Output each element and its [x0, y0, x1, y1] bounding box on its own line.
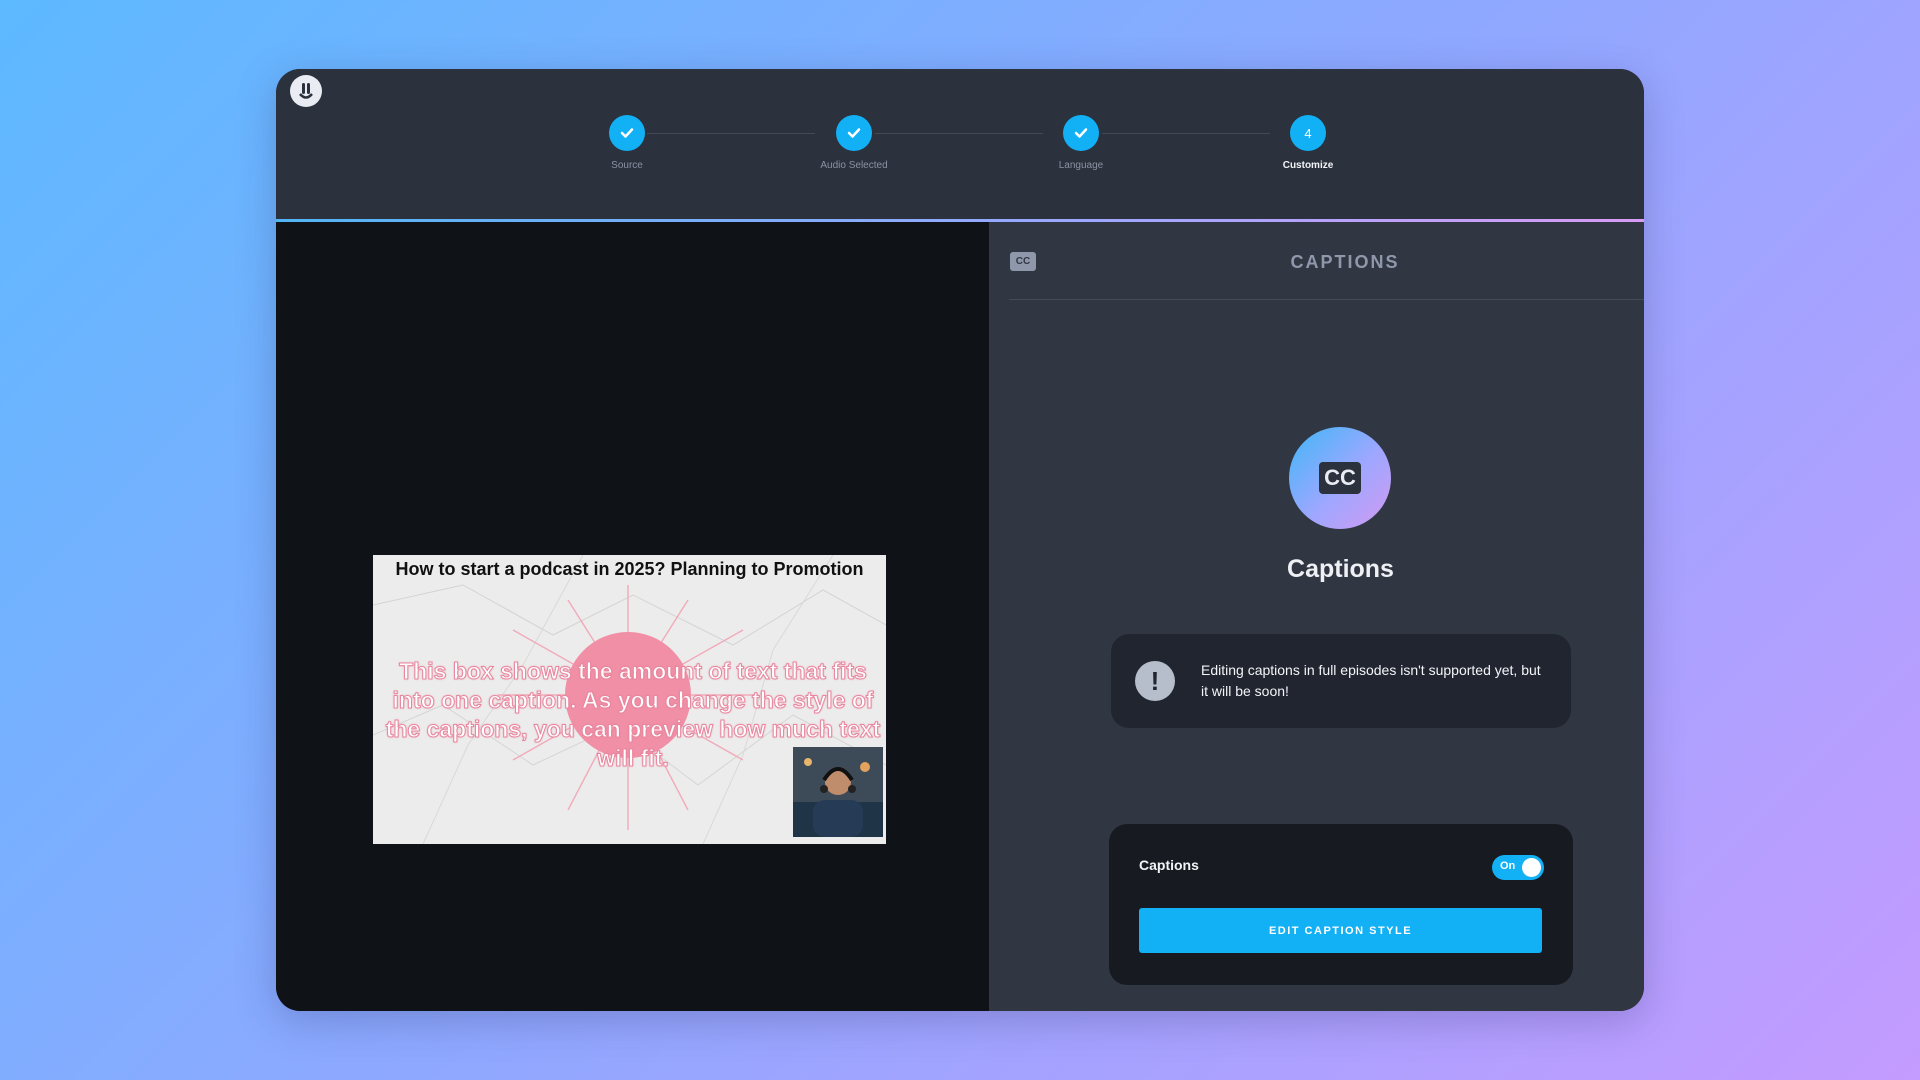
- header-divider: [1009, 299, 1644, 300]
- toggle-state: On: [1500, 860, 1516, 872]
- step-label: Source: [611, 160, 643, 171]
- caption-settings-card: Captions On EDIT CAPTION STYLE: [1109, 824, 1573, 985]
- captions-toggle-label: Captions: [1139, 857, 1199, 873]
- wizard-header: Source Audio Selected Language 4 Customi…: [276, 69, 1644, 221]
- step-label: Customize: [1282, 160, 1334, 171]
- captions-toggle[interactable]: On: [1492, 855, 1544, 880]
- step-customize[interactable]: 4 Customize: [1228, 115, 1388, 171]
- video-preview: How to start a podcast in 2025? Planning…: [373, 555, 886, 844]
- captions-hero-icon: CC: [1289, 427, 1391, 529]
- check-icon: [609, 115, 645, 151]
- notice-text: Editing captions in full episodes isn't …: [1201, 662, 1541, 699]
- exclamation-icon: !: [1135, 661, 1175, 701]
- toggle-knob: [1522, 858, 1541, 877]
- edit-caption-style-button[interactable]: EDIT CAPTION STYLE: [1139, 908, 1542, 953]
- check-icon: [836, 115, 872, 151]
- preview-pane: How to start a podcast in 2025? Planning…: [276, 222, 989, 1011]
- host-thumbnail: [793, 747, 883, 837]
- video-title: How to start a podcast in 2025? Planning…: [395, 559, 864, 579]
- logo-icon[interactable]: [290, 75, 322, 107]
- closed-captions-icon: CC: [1319, 462, 1361, 494]
- captions-title: Captions: [1287, 555, 1394, 583]
- step-language[interactable]: Language: [1001, 115, 1161, 171]
- panel-header: CAPTIONS: [1290, 252, 1400, 272]
- step-label: Audio Selected: [820, 160, 888, 171]
- check-icon: [1063, 115, 1099, 151]
- step-source[interactable]: Source: [547, 115, 707, 171]
- captions-panel: CC CAPTIONS CC Captions ! Editing captio…: [989, 222, 1644, 1011]
- app-window: Source Audio Selected Language 4 Customi…: [276, 69, 1644, 1011]
- step-label: Language: [1058, 160, 1104, 171]
- step-number: 4: [1290, 115, 1326, 151]
- step-audio-selected[interactable]: Audio Selected: [774, 115, 934, 171]
- captions-notice: ! Editing captions in full episodes isn'…: [1111, 634, 1571, 728]
